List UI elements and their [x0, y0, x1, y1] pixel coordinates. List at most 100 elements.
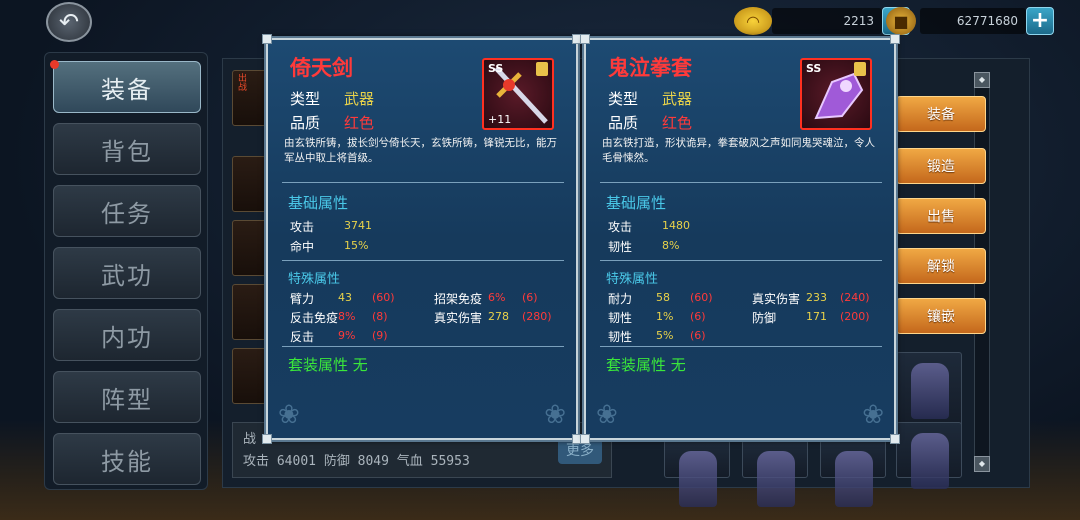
special-attr-value: 9%	[338, 329, 356, 342]
unlock-button[interactable]: 解锁	[896, 248, 986, 284]
base-attr-name: 韧性	[608, 240, 633, 254]
forge-button[interactable]: 锻造	[896, 148, 986, 184]
nav-tasks[interactable]: 任务	[53, 185, 201, 237]
frame-corner	[262, 34, 272, 44]
hp-value: 55953	[430, 454, 470, 469]
quality-value: 红色	[662, 114, 693, 132]
equip-button[interactable]: 装备	[896, 96, 986, 132]
enhance-level: +11	[488, 113, 512, 126]
attack-value: 64001	[276, 454, 316, 469]
set-attributes: 套装属性 无	[288, 356, 368, 374]
hp-label: 气血	[396, 454, 423, 469]
item-tooltip-ghost-gauntlet: 鬼泣拳套 类型 武器 品质 红色 SS 由玄铁打造，形状诡异，拳套破风之声如同鬼…	[580, 34, 900, 444]
frame-corner	[262, 434, 272, 444]
special-attr-name: 韧性	[608, 330, 633, 344]
divider	[600, 182, 882, 183]
gold-ingot-value: 2213	[772, 8, 882, 34]
gold-ingot-icon: ◠	[734, 7, 772, 35]
special-attr-max: (8)	[372, 310, 388, 323]
type-label: 类型	[608, 90, 639, 108]
special-attributes-title: 特殊属性	[288, 272, 341, 287]
special-attr-max: (240)	[840, 291, 870, 304]
special-attr-name: 招架免疫	[434, 292, 483, 306]
special-attr-value: 6%	[488, 291, 506, 304]
gold-ingot-currency: ◠ 2213 +	[734, 6, 910, 36]
quality-value: 红色	[344, 114, 375, 132]
sell-button[interactable]: 出售	[896, 198, 986, 234]
frame-corner	[890, 434, 900, 444]
side-nav: 装备 背包 任务 武功 内功 阵型 技能	[44, 52, 208, 490]
cloud-ornament-icon: ❀	[862, 400, 884, 430]
power-label: 战	[243, 432, 257, 447]
special-attr-value: 8%	[338, 310, 356, 323]
defense-label: 防御	[323, 454, 350, 469]
inventory-item[interactable]	[896, 422, 962, 489]
special-attr-max: (6)	[522, 291, 538, 304]
type-label: 类型	[290, 90, 321, 108]
scroll-down-button[interactable]: ◆	[974, 456, 990, 472]
item-tooltip-yitian-sword: 倚天剑 类型 武器 品质 红色 SS +11 由玄铁所铸，拔长剑兮倚长天，玄铁所…	[262, 34, 582, 444]
base-attr-value: 8%	[662, 239, 680, 252]
special-attr-max: (200)	[840, 310, 870, 323]
cloud-ornament-icon: ❀	[596, 400, 618, 430]
special-attr-name: 反击	[290, 330, 315, 344]
cloud-ornament-icon: ❀	[544, 400, 566, 430]
base-attr-name: 攻击	[608, 220, 633, 234]
special-attr-name: 真实伤害	[752, 292, 801, 306]
inlay-button[interactable]: 镶嵌	[896, 298, 986, 334]
copper-coin-currency: ■ 62771680 +	[886, 6, 1054, 36]
scroll-up-button[interactable]: ◆	[974, 72, 990, 88]
rank-badge: SS	[488, 62, 504, 75]
inventory-item[interactable]	[664, 440, 730, 507]
sword-icon: SS +11	[482, 58, 554, 130]
frame-corner	[890, 34, 900, 44]
special-attr-name: 防御	[752, 311, 777, 325]
divider	[600, 346, 882, 347]
item-name: 鬼泣拳套	[608, 56, 692, 80]
base-attr-value: 3741	[344, 219, 372, 232]
nav-formation[interactable]: 阵型	[53, 371, 201, 423]
nav-equipment[interactable]: 装备	[53, 61, 201, 113]
inventory-item[interactable]	[896, 352, 962, 428]
special-attr-max: (280)	[522, 310, 552, 323]
inventory-item[interactable]	[742, 440, 808, 507]
special-attr-value: 233	[806, 291, 827, 304]
base-attributes-title: 基础属性	[288, 194, 349, 212]
copper-coin-value: 62771680	[920, 8, 1026, 34]
add-coin-button[interactable]: +	[1026, 7, 1054, 35]
divider	[282, 346, 564, 347]
special-attr-name: 韧性	[608, 311, 633, 325]
special-attr-max: (6)	[690, 329, 706, 342]
special-attr-value: 5%	[656, 329, 674, 342]
frame-corner	[580, 34, 590, 44]
special-attr-name: 臂力	[290, 292, 315, 306]
set-attributes: 套装属性 无	[606, 356, 686, 374]
nav-skills[interactable]: 技能	[53, 433, 201, 485]
special-attr-name: 反击免疫	[290, 311, 339, 325]
special-attr-value: 278	[488, 310, 509, 323]
attack-label: 攻击	[243, 454, 270, 469]
gauntlet-icon: SS	[800, 58, 872, 130]
inventory-item[interactable]	[820, 440, 886, 507]
nav-inner-power[interactable]: 内功	[53, 309, 201, 361]
nav-bag[interactable]: 背包	[53, 123, 201, 175]
item-description: 由玄铁所铸，拔长剑兮倚长天，玄铁所铸，锋锐无比，能万军丛中取上将首级。	[284, 137, 557, 164]
notification-dot	[50, 60, 59, 69]
divider	[600, 260, 882, 261]
special-attr-max: (9)	[372, 329, 388, 342]
nav-martial-arts[interactable]: 武功	[53, 247, 201, 299]
special-attr-name: 耐力	[608, 292, 633, 306]
base-attr-value: 1480	[662, 219, 690, 232]
base-attr-value: 15%	[344, 239, 369, 252]
special-attributes-title: 特殊属性	[606, 272, 659, 287]
quality-label: 品质	[290, 114, 321, 132]
lock-icon	[536, 62, 548, 76]
base-attr-name: 攻击	[290, 220, 315, 234]
lock-icon	[854, 62, 866, 76]
rank-badge: SS	[806, 62, 822, 75]
back-arrow-icon: ↶	[58, 8, 80, 36]
copper-coin-icon: ■	[886, 7, 916, 35]
back-button[interactable]: ↶	[46, 2, 92, 42]
divider	[282, 260, 564, 261]
special-attr-max: (6)	[690, 310, 706, 323]
